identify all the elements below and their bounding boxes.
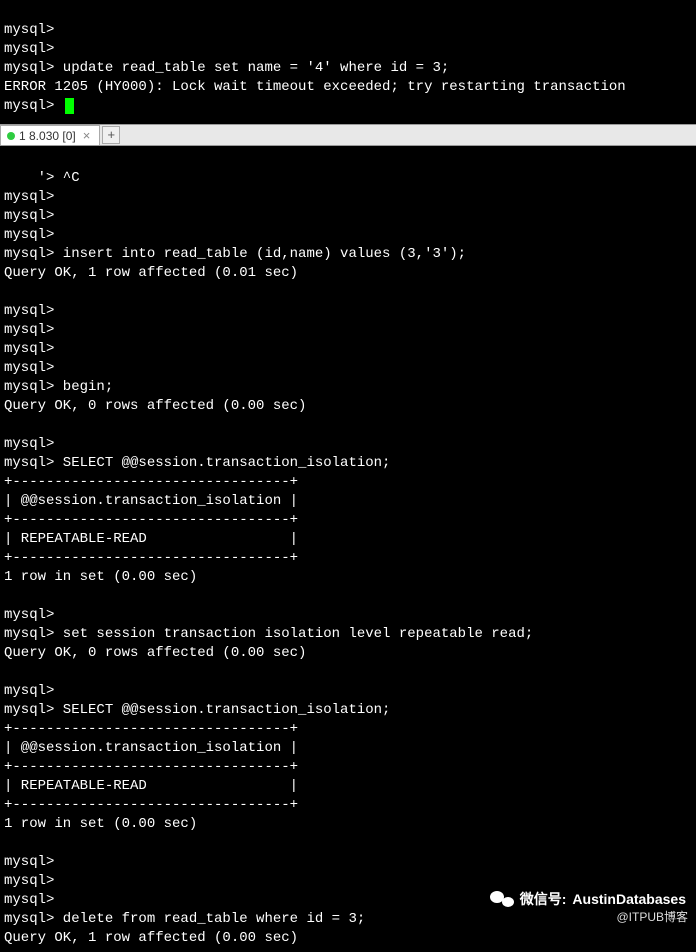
- close-icon[interactable]: ×: [80, 128, 94, 143]
- terminal-line: mysql> delete from read_table where id =…: [4, 911, 365, 927]
- terminal-line: mysql>: [4, 322, 54, 338]
- terminal-line: mysql>: [4, 227, 54, 243]
- terminal-line: +---------------------------------+: [4, 550, 298, 566]
- terminal-line: mysql>: [4, 360, 54, 376]
- terminal-line: +---------------------------------+: [4, 474, 298, 490]
- terminal-line: mysql>: [4, 854, 54, 870]
- terminal-line: mysql> SELECT @@session.transaction_isol…: [4, 702, 390, 718]
- terminal-line: mysql> set session transaction isolation…: [4, 626, 533, 642]
- terminal-line: | REPEATABLE-READ |: [4, 531, 298, 547]
- terminal-line: mysql> begin;: [4, 379, 113, 395]
- terminal-line: Query OK, 1 row affected (0.00 sec): [4, 930, 298, 946]
- terminal-line: | @@session.transaction_isolation |: [4, 740, 298, 756]
- terminal-line: Query OK, 1 row affected (0.01 sec): [4, 265, 298, 281]
- terminal-line: mysql>: [4, 303, 54, 319]
- terminal-line: mysql>: [4, 41, 54, 57]
- terminal-line: mysql>: [4, 683, 54, 699]
- terminal-line: mysql>: [4, 607, 54, 623]
- add-tab-button[interactable]: +: [102, 126, 120, 144]
- terminal-tab[interactable]: 1 8.030 [0] ×: [0, 125, 100, 145]
- terminal-line: 1 row in set (0.00 sec): [4, 569, 197, 585]
- terminal-line: | REPEATABLE-READ |: [4, 778, 298, 794]
- terminal-line: mysql> insert into read_table (id,name) …: [4, 246, 466, 262]
- terminal-line: mysql>: [4, 22, 54, 38]
- terminal-line: Query OK, 0 rows affected (0.00 sec): [4, 645, 306, 661]
- terminal-line: +---------------------------------+: [4, 721, 298, 737]
- terminal-line: mysql>: [4, 873, 54, 889]
- terminal-line: mysql>: [4, 892, 54, 908]
- tab-bar: 1 8.030 [0] × +: [0, 124, 696, 146]
- status-dot-icon: [7, 132, 15, 140]
- terminal-line: 1 row in set (0.00 sec): [4, 816, 197, 832]
- terminal-line: | @@session.transaction_isolation |: [4, 493, 298, 509]
- tab-label: 1 8.030 [0]: [19, 129, 76, 143]
- terminal-line: mysql>: [4, 436, 54, 452]
- terminal-line: Query OK, 0 rows affected (0.00 sec): [4, 398, 306, 414]
- terminal-line: +---------------------------------+: [4, 797, 298, 813]
- terminal-prompt: mysql>: [4, 98, 63, 114]
- terminal-bottom-pane[interactable]: '> ^C mysql> mysql> mysql> mysql> insert…: [0, 146, 696, 952]
- watermark-label: 微信号:: [520, 889, 567, 909]
- watermark: 微信号: AustinDatabases: [490, 889, 686, 909]
- terminal-line: mysql>: [4, 189, 54, 205]
- terminal-line: mysql>: [4, 341, 54, 357]
- terminal-line: +---------------------------------+: [4, 759, 298, 775]
- terminal-line: '> ^C: [4, 170, 80, 186]
- wechat-icon: [490, 889, 514, 909]
- terminal-line: +---------------------------------+: [4, 512, 298, 528]
- watermark-source: @ITPUB博客: [616, 908, 688, 925]
- watermark-value: AustinDatabases: [572, 891, 686, 907]
- terminal-line: mysql> SELECT @@session.transaction_isol…: [4, 455, 390, 471]
- cursor-icon: [65, 98, 74, 114]
- terminal-line: mysql> update read_table set name = '4' …: [4, 60, 449, 76]
- terminal-line: ERROR 1205 (HY000): Lock wait timeout ex…: [4, 79, 626, 95]
- terminal-line: mysql>: [4, 208, 54, 224]
- terminal-top-pane[interactable]: mysql> mysql> mysql> update read_table s…: [0, 0, 696, 118]
